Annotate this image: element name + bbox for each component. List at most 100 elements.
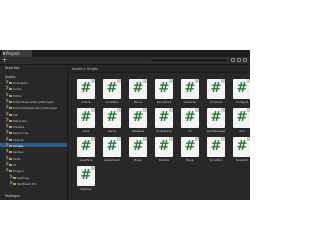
tree-item[interactable]: Prefabs (0, 123, 67, 130)
page-corner-icon (117, 137, 121, 141)
page-corner-icon (91, 108, 95, 112)
tree-item[interactable]: Resources (0, 129, 67, 135)
tree-item[interactable]: Materials (0, 117, 67, 123)
csharp-script-icon: # (129, 79, 147, 99)
script-asset[interactable]: # Cube (74, 108, 98, 139)
script-asset[interactable]: # Popup (178, 137, 202, 168)
tab-project[interactable]: Project (2, 50, 32, 57)
csharp-script-icon: # (77, 79, 95, 99)
add-button[interactable]: + (2, 57, 7, 64)
chevron-right-icon[interactable] (4, 91, 9, 97)
chevron-right-icon[interactable] (4, 85, 9, 90)
csharp-script-icon: # (207, 137, 225, 157)
script-asset[interactable]: # Parallax (152, 137, 176, 168)
packages-header[interactable]: Packages (0, 193, 67, 199)
tree-item[interactable]: TextMesh Pro (0, 180, 67, 186)
script-asset[interactable]: # Spawner (74, 166, 98, 197)
chevron-right-icon[interactable] (8, 173, 13, 179)
tree-item-label: Tests (13, 156, 21, 161)
chevron-right-icon[interactable] (4, 104, 9, 109)
favorites-header[interactable]: Favorites (0, 65, 67, 71)
tree-item[interactable]: Settings (0, 173, 67, 180)
csharp-script-icon: # (181, 108, 199, 128)
folder-icon (9, 119, 12, 122)
tree-item[interactable]: Audio (0, 85, 67, 91)
tree-item-label: Animation (13, 81, 29, 85)
chevron-right-icon[interactable] (4, 117, 9, 122)
chevron-right-icon[interactable] (8, 180, 13, 185)
script-asset[interactable]: # Database (126, 108, 150, 139)
csharp-script-icon: # (181, 79, 199, 99)
script-asset[interactable]: # Bonus (126, 79, 150, 110)
asset-browser: Assets > Scripts # Admob # AudioMan # Bonus # B… (68, 65, 250, 200)
script-asset[interactable]: # Comment (204, 79, 228, 110)
script-asset[interactable]: # AudioMan (100, 79, 124, 110)
tree-item[interactable]: ExternalDependencyManager (0, 104, 67, 110)
tree-item-label: Plugins (13, 169, 24, 174)
asset-label: Popup (186, 159, 194, 162)
script-asset[interactable]: # Player (126, 137, 150, 168)
csharp-script-icon: # (129, 137, 147, 157)
chevron-right-icon[interactable] (4, 142, 9, 147)
chevron-right-icon[interactable] (4, 154, 9, 160)
tree-item[interactable]: Animation (0, 79, 67, 85)
folder-icon (9, 138, 12, 141)
csharp-script-icon: # (155, 79, 173, 99)
script-asset[interactable]: # Leaderboard (100, 137, 124, 168)
page-corner-icon (91, 166, 95, 170)
tree-item-label: Sprites (13, 150, 24, 155)
script-asset[interactable]: # DoubleDrop (152, 108, 176, 139)
script-asset[interactable]: # GameManager (204, 108, 228, 139)
tree-item[interactable]: Scripts (0, 142, 67, 148)
asset-label: ScoreMan (209, 159, 223, 162)
tree-item[interactable]: Tests (0, 154, 67, 161)
chevron-right-icon[interactable] (4, 79, 9, 84)
page-corner-icon (117, 108, 121, 112)
asset-label: AudioMan (105, 101, 119, 104)
tree-item[interactable]: EditorDependencyManager (0, 98, 67, 104)
chevron-right-icon[interactable] (4, 136, 9, 141)
tree-item-label: Materials (13, 118, 27, 123)
script-asset[interactable]: # Dance (100, 108, 124, 139)
chevron-right-icon[interactable] (4, 129, 9, 135)
csharp-script-icon: # (77, 108, 95, 128)
folder-icon (9, 113, 12, 116)
tree-item[interactable]: Sprites (0, 148, 67, 155)
script-asset[interactable]: # ScoreMan (204, 137, 228, 168)
page-corner-icon (221, 79, 225, 83)
page-corner-icon (143, 79, 147, 83)
folder-icon (3, 52, 5, 55)
tree-item[interactable]: UI (0, 161, 67, 167)
chevron-right-icon[interactable] (4, 98, 9, 103)
breadcrumb[interactable]: Assets > Scripts (68, 65, 250, 73)
folder-icon (9, 157, 12, 160)
tree-item[interactable]: Scenes (0, 136, 67, 142)
chevron-right-icon[interactable] (4, 161, 9, 166)
script-asset[interactable]: # Snapshot (230, 137, 250, 168)
page-corner-icon (143, 108, 147, 112)
chevron-right-icon[interactable] (4, 148, 9, 153)
tree-item[interactable]: Editor (0, 91, 67, 98)
tree-item[interactable]: Plugins (0, 167, 67, 174)
script-asset[interactable]: # FX (178, 108, 202, 139)
script-asset[interactable]: # Admob (74, 79, 98, 110)
tree-item[interactable]: IAP (0, 110, 67, 117)
chevron-right-icon[interactable] (4, 123, 9, 128)
star-icon[interactable] (243, 58, 247, 62)
chevron-right-icon[interactable] (4, 110, 9, 116)
script-asset[interactable]: # Grid (230, 108, 250, 139)
search-input[interactable] (150, 58, 228, 63)
asset-label: LevelFinal (79, 159, 93, 162)
folder-icon (9, 163, 12, 166)
page-corner-icon (169, 137, 173, 141)
script-asset[interactable]: # LevelFinal (74, 137, 98, 168)
script-asset[interactable]: # Character (178, 79, 202, 110)
tree-item-label: Editor (13, 93, 22, 98)
chevron-right-icon[interactable] (4, 167, 9, 172)
tree-item-label: Prefabs (13, 125, 25, 130)
filter-icon[interactable] (231, 58, 235, 62)
asset-label: DoubleDrop (156, 130, 172, 133)
label-icon[interactable] (237, 58, 241, 62)
script-asset[interactable]: # Configure (230, 79, 250, 110)
script-asset[interactable]: # BonusFood (152, 79, 176, 110)
